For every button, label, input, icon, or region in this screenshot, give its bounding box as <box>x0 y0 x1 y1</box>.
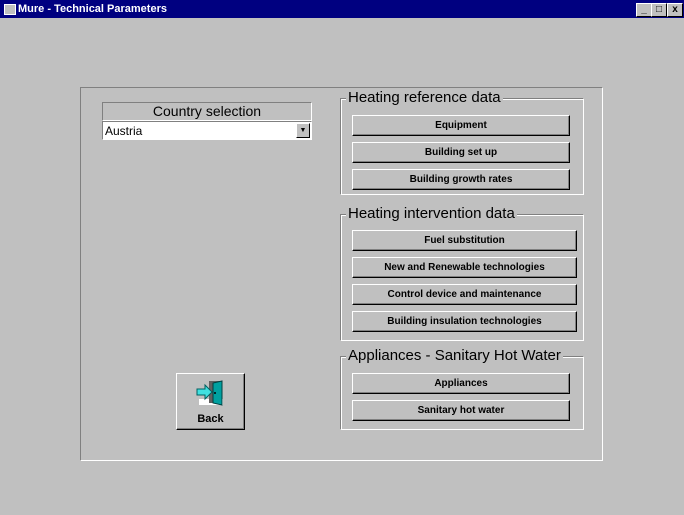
minimize-button[interactable]: _ <box>636 3 652 17</box>
exit-door-icon <box>196 380 223 406</box>
country-value: Austria <box>105 124 143 138</box>
title-bar: Mure - Technical Parameters _ □ x <box>0 0 684 18</box>
group-title: Heating reference data <box>346 89 503 106</box>
back-button[interactable]: Back <box>176 373 245 430</box>
window-title: Mure - Technical Parameters <box>18 3 167 15</box>
appliances-button[interactable]: Appliances <box>352 373 570 394</box>
chevron-down-icon[interactable]: ▼ <box>296 123 310 138</box>
building-set-up-button[interactable]: Building set up <box>352 142 570 163</box>
building-growth-rates-button[interactable]: Building growth rates <box>352 169 570 190</box>
fuel-substitution-button[interactable]: Fuel substitution <box>352 230 577 251</box>
group-title: Appliances - Sanitary Hot Water <box>346 347 563 364</box>
building-insulation-button[interactable]: Building insulation technologies <box>352 311 577 332</box>
control-device-button[interactable]: Control device and maintenance <box>352 284 577 305</box>
app-icon <box>4 4 16 15</box>
renewable-technologies-button[interactable]: New and Renewable technologies <box>352 257 577 278</box>
close-button[interactable]: x <box>667 3 683 17</box>
maximize-button[interactable]: □ <box>651 3 667 17</box>
country-selection-label: Country selection <box>102 102 312 121</box>
country-select[interactable]: Austria ▼ <box>102 121 312 140</box>
sanitary-hot-water-button[interactable]: Sanitary hot water <box>352 400 570 421</box>
group-title: Heating intervention data <box>346 205 517 222</box>
back-label: Back <box>197 413 224 425</box>
equipment-button[interactable]: Equipment <box>352 115 570 136</box>
